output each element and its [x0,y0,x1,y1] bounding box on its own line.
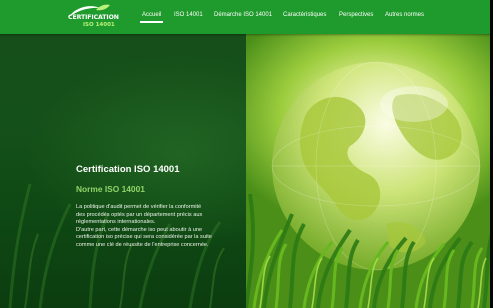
nav-item-caracteristiques[interactable]: Caractéristiques [283,12,326,18]
nav-item-perspectives[interactable]: Perspectives [339,12,373,18]
nav-item-autres-normes[interactable]: Autres normes [385,12,424,18]
hero-paragraph: La politique d'audit permet de vérifier … [76,204,212,248]
hero-text-block: Certification ISO 14001 Norme ISO 14001 … [76,164,241,255]
hero-title: Certification ISO 14001 [76,164,180,175]
main-menu: Accueil ISO 14001 Démarche ISO 14001 Car… [0,12,493,26]
top-navigation-bar: CERTIFICATION ISO 14001 Accueil ISO 1400… [0,0,493,34]
hero-subtitle: Norme ISO 14001 [76,184,145,194]
nav-item-accueil[interactable]: Accueil [139,12,164,23]
hero-image-globe-on-grass [246,34,493,308]
glass-globe-illustration [246,61,493,308]
nav-item-demarche-iso-14001[interactable]: Démarche ISO 14001 [214,12,272,18]
nav-item-iso-14001[interactable]: ISO 14001 [174,12,203,18]
